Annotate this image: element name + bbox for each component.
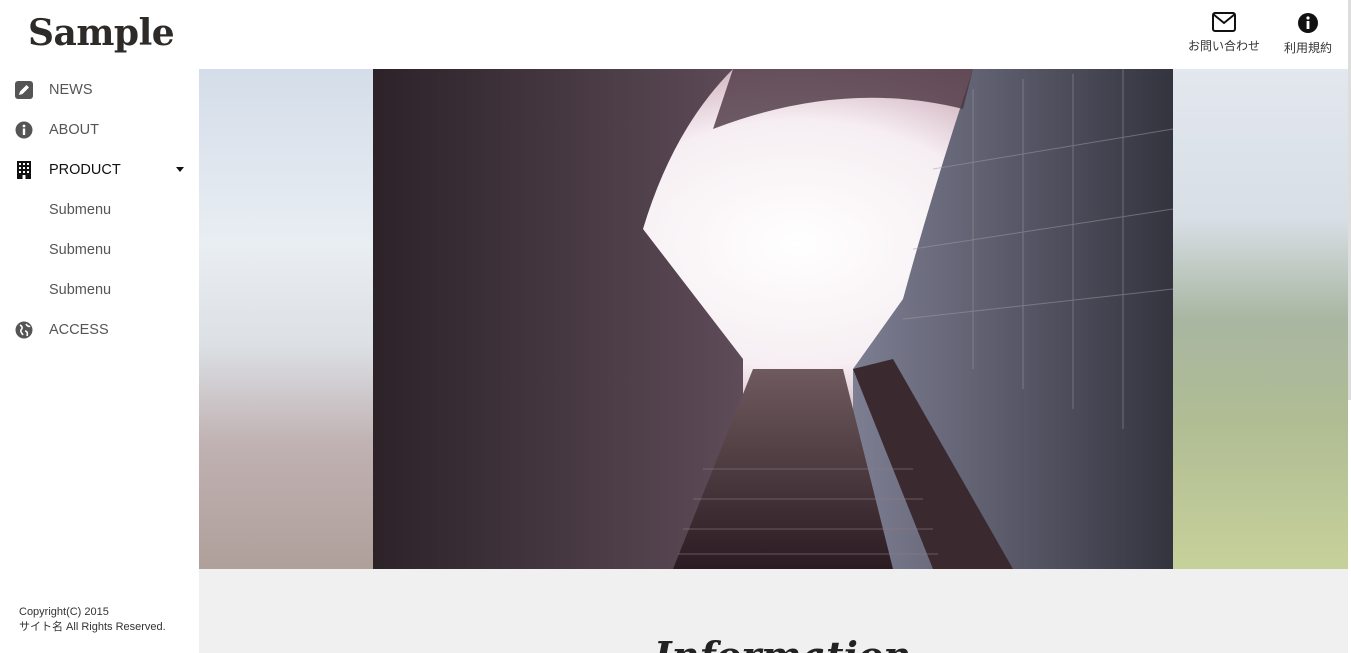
envelope-icon bbox=[1211, 12, 1236, 32]
sidebar-item-news[interactable]: NEWS bbox=[0, 70, 199, 110]
info-circle-icon bbox=[1297, 13, 1318, 33]
info-circle-icon bbox=[15, 121, 33, 139]
station-photo bbox=[373, 69, 1174, 569]
top-nav: お問い合わせ 利用規約 bbox=[1188, 12, 1332, 56]
sidebar-item-about[interactable]: ABOUT bbox=[0, 110, 199, 150]
submenu-item[interactable]: Submenu bbox=[0, 270, 199, 310]
content-section: Information bbox=[199, 569, 1351, 653]
copyright: Copyright(C) 2015 サイト名 All Rights Reserv… bbox=[19, 605, 166, 635]
hero-slider[interactable] bbox=[199, 69, 1348, 569]
pencil-icon bbox=[15, 81, 33, 99]
submenu-item[interactable]: Submenu bbox=[0, 190, 199, 230]
submenu-item[interactable]: Submenu bbox=[0, 230, 199, 270]
sidebar: NEWS ABOUT PRODUCT Submenu Submenu Subme… bbox=[0, 70, 199, 350]
page: Sample お問い合わせ 利用規約 NEWS ABOUT PRODUCT Su… bbox=[0, 0, 1351, 653]
section-heading: Information bbox=[654, 633, 911, 653]
copyright-line: Copyright(C) 2015 bbox=[19, 606, 109, 618]
hero-prev-slide[interactable] bbox=[199, 69, 373, 569]
terms-link[interactable]: 利用規約 bbox=[1284, 12, 1332, 56]
contact-label: お問い合わせ bbox=[1187, 39, 1260, 53]
hero-image bbox=[373, 69, 1174, 569]
sidebar-item-label: ACCESS bbox=[49, 322, 109, 338]
contact-link[interactable]: お問い合わせ bbox=[1188, 12, 1260, 56]
site-logo[interactable]: Sample bbox=[28, 12, 175, 54]
globe-icon bbox=[15, 321, 33, 339]
sidebar-item-label: NEWS bbox=[49, 82, 93, 98]
sidebar-item-label: PRODUCT bbox=[49, 162, 121, 178]
building-icon bbox=[17, 161, 31, 179]
sidebar-item-label: ABOUT bbox=[49, 122, 99, 138]
sidebar-item-product[interactable]: PRODUCT bbox=[0, 150, 199, 190]
hero-next-slide[interactable] bbox=[1173, 69, 1348, 569]
rights-line: サイト名 All Rights Reserved. bbox=[19, 621, 166, 633]
sidebar-item-access[interactable]: ACCESS bbox=[0, 310, 199, 350]
terms-label: 利用規約 bbox=[1283, 41, 1332, 55]
caret-down-icon[interactable] bbox=[176, 167, 184, 172]
